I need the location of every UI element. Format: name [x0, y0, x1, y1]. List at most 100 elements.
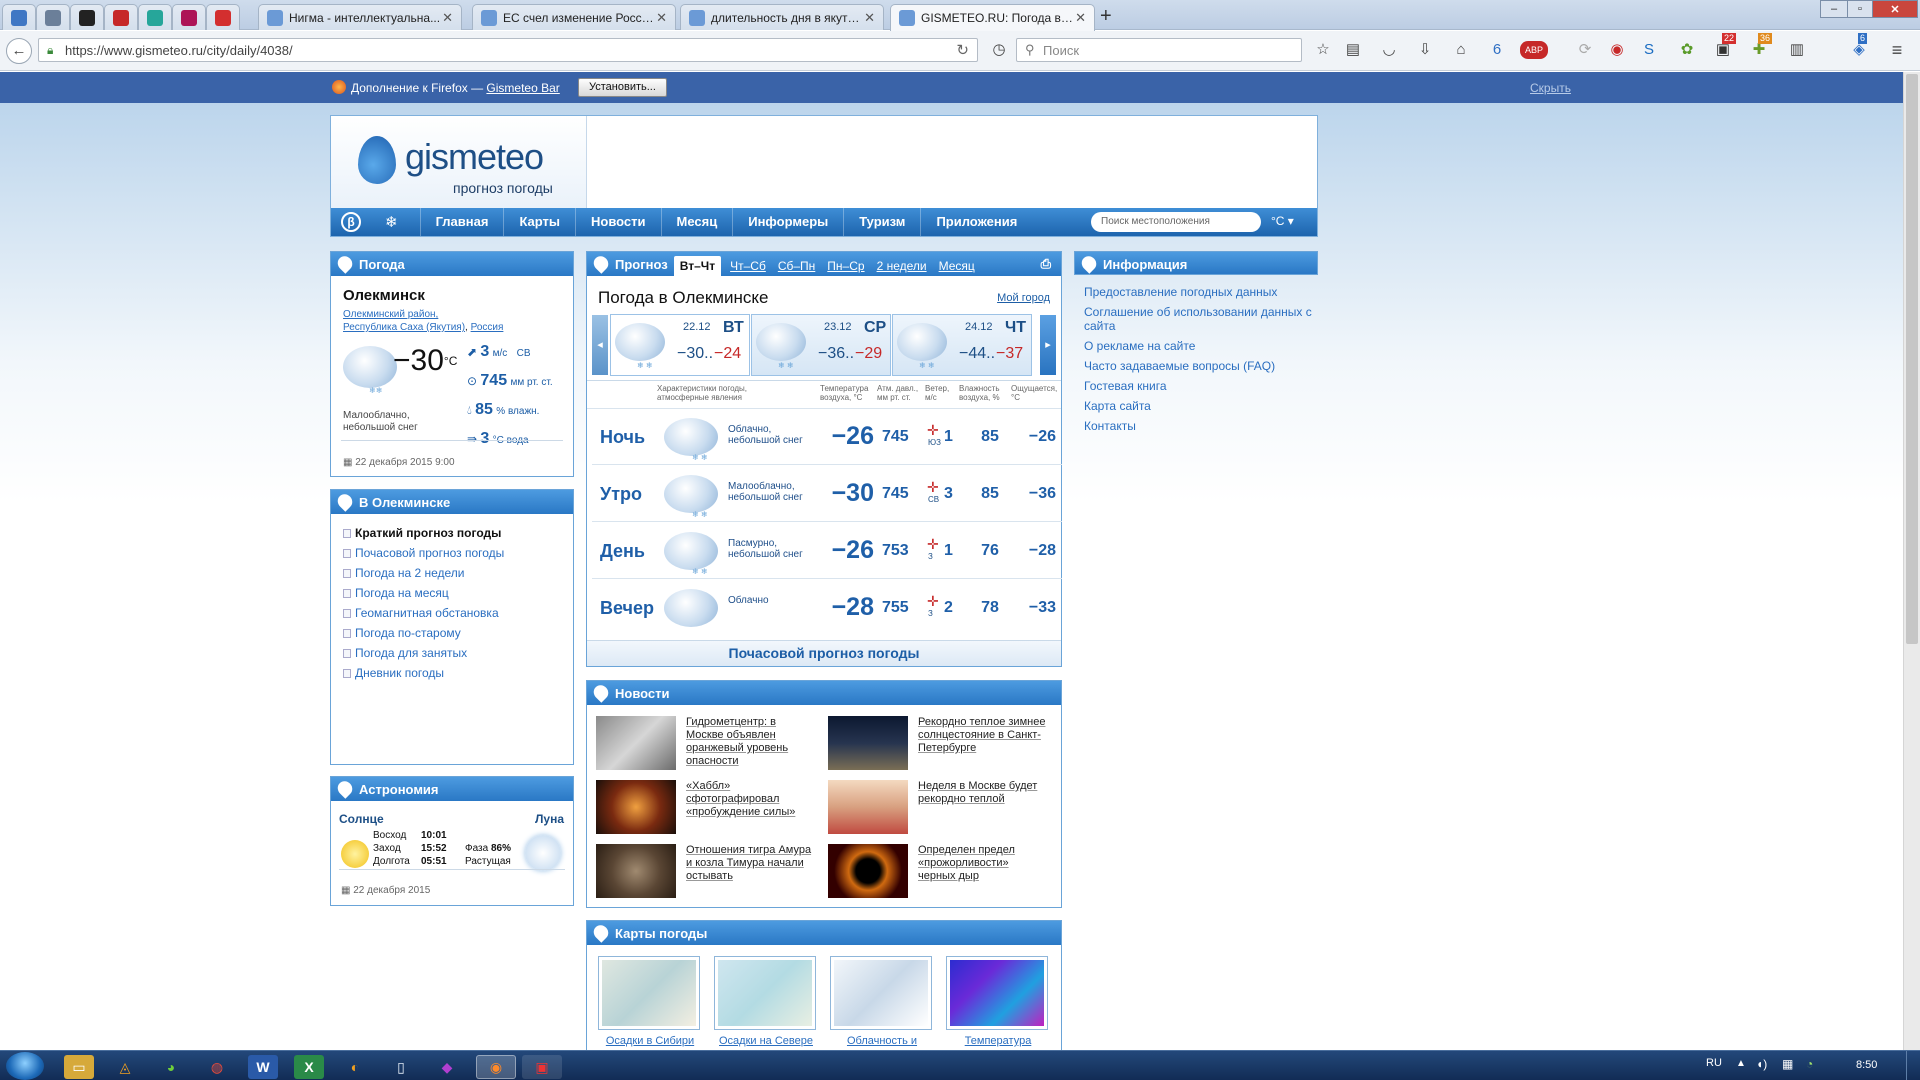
news-thumbnail[interactable] [596, 716, 676, 770]
browser-tab[interactable]: ЕС счел изменение Росси... ✕ [472, 4, 676, 30]
bookmark-star-icon[interactable]: ☆ [1314, 41, 1332, 59]
map-link[interactable]: Облачность и [822, 1035, 942, 1047]
republic-link[interactable]: Республика Саха (Якутия) [343, 322, 465, 333]
install-button[interactable]: Установить... [578, 78, 667, 97]
city-menu-item[interactable]: Геомагнитная обстановка [341, 606, 573, 620]
addon-badge-icon-2[interactable]: ✚ 36 [1750, 33, 1773, 59]
new-tab-button[interactable]: + [1100, 5, 1112, 28]
addon-badge-icon-3[interactable]: ◈ 6 [1850, 33, 1868, 59]
info-link[interactable]: Предоставление погодных данных [1084, 285, 1318, 299]
chrome-taskbar-icon[interactable]: ◍ [202, 1055, 232, 1079]
my-city-link[interactable]: Мой город [997, 292, 1050, 304]
clock[interactable]: 8:50 [1856, 1059, 1877, 1071]
tab-close-icon[interactable]: ✕ [864, 10, 875, 26]
clipboard-icon[interactable]: ▥ [1788, 41, 1806, 59]
location-search-input[interactable]: Поиск местоположения [1091, 212, 1261, 232]
city-menu-item[interactable]: Дневник погоды [341, 666, 573, 680]
print-icon[interactable]: ⎙ [1041, 256, 1051, 272]
app-taskbar-icon-1[interactable]: ◐ [340, 1055, 370, 1079]
news-thumbnail[interactable] [828, 780, 908, 834]
url-bar[interactable]: 🔒︎ https://www.gismeteo.ru/city/daily/40… [38, 38, 978, 62]
news-link[interactable]: Отношения тигра Амура и козла Тимура нач… [686, 844, 816, 883]
unit-select[interactable]: °C ▾ [1271, 214, 1294, 228]
download-icon[interactable]: ⇩ [1416, 41, 1434, 59]
forecast-tab[interactable]: Пн–Ср [822, 256, 869, 276]
browser-search-input[interactable]: ⚲ Поиск [1016, 38, 1302, 62]
nav-item[interactable]: Приложения [920, 208, 1032, 236]
info-link[interactable]: О рекламе на сайте [1084, 339, 1318, 353]
info-link[interactable]: Контакты [1084, 419, 1318, 433]
city-menu-item[interactable]: Погода для занятых [341, 646, 573, 660]
reading-list-icon[interactable]: ▤ [1344, 41, 1362, 59]
forecast-tab[interactable]: Вт–Чт [673, 256, 722, 276]
addon-icon-2[interactable]: ◉ [1608, 41, 1626, 59]
tray-arrow-icon[interactable]: ▲ [1736, 1058, 1746, 1069]
forecast-tab[interactable]: Чт–Сб [725, 256, 771, 276]
news-thumbnail[interactable] [596, 780, 676, 834]
minimize-button[interactable]: – [1820, 0, 1848, 18]
addon-badge-icon-1[interactable]: ▣ 22 [1714, 33, 1737, 59]
forecast-day-card[interactable]: ❄︎ ❄︎ 24.12 ЧТ −44.. −37 [892, 314, 1032, 376]
country-link[interactable]: Россия [471, 322, 504, 333]
home-icon[interactable]: ⌂ [1452, 41, 1470, 59]
scrollbar-thumb[interactable] [1906, 74, 1918, 644]
news-thumbnail[interactable] [828, 844, 908, 898]
map-thumbnail[interactable] [714, 956, 816, 1030]
back-button[interactable]: ← [6, 38, 32, 64]
avast-taskbar-icon[interactable]: ◬ [110, 1055, 140, 1079]
beta-button[interactable]: β [341, 212, 361, 232]
nav-item[interactable]: Месяц [660, 208, 733, 236]
next-days-button[interactable]: ▸ [1040, 315, 1056, 375]
close-window-button[interactable]: ✕ [1872, 0, 1918, 18]
info-link[interactable]: Карта сайта [1084, 399, 1318, 413]
word-taskbar-icon[interactable]: W [248, 1055, 278, 1079]
addon-icon-3[interactable]: ✿ [1678, 41, 1696, 59]
page-scrollbar[interactable] [1903, 72, 1920, 1050]
region-link[interactable]: Олекминский район, [343, 309, 438, 320]
nav-item[interactable]: Информеры [732, 208, 843, 236]
maximize-button[interactable]: ▫ [1847, 0, 1873, 18]
news-thumbnail[interactable] [596, 844, 676, 898]
pinned-tab[interactable] [36, 4, 70, 30]
forecast-day-card[interactable]: ❄︎ ❄︎ 23.12 СР −36.. −29 [751, 314, 891, 376]
forecast-tab[interactable]: 2 недели [872, 256, 932, 276]
forecast-day-card[interactable]: ❄︎ ❄︎ 22.12 ВТ −30.. −24 [610, 314, 750, 376]
map-thumbnail[interactable] [598, 956, 700, 1030]
city-menu-item[interactable]: Погода по-старому [341, 626, 573, 640]
info-link[interactable]: Часто задаваемые вопросы (FAQ) [1084, 359, 1318, 373]
news-link[interactable]: Определен предел «прожорливости» черных … [918, 844, 1048, 883]
forecast-tab[interactable]: Месяц [934, 256, 980, 276]
pinned-tab[interactable] [172, 4, 206, 30]
excel-taskbar-icon[interactable]: X [294, 1055, 324, 1079]
addon-icon-1[interactable]: ⟳ [1576, 41, 1594, 59]
app-taskbar-icon-2[interactable]: ◆ [432, 1055, 462, 1079]
city-menu-item[interactable]: Погода на месяц [341, 586, 573, 600]
network-icon[interactable]: ▦ [1782, 1057, 1793, 1071]
forecast-tab[interactable]: Сб–Пн [773, 256, 820, 276]
hourly-forecast-link[interactable]: Почасовой прогноз погоды [587, 645, 1061, 661]
news-link[interactable]: Неделя в Москве будет рекордно теплой [918, 780, 1048, 806]
city-menu-item[interactable]: Краткий прогноз погоды [341, 526, 573, 540]
gismeteo-bar-link[interactable]: Gismeteo Bar [486, 81, 559, 95]
nav-item[interactable]: Карты [503, 208, 575, 236]
news-thumbnail[interactable] [828, 716, 908, 770]
map-link[interactable]: Температура [938, 1035, 1058, 1047]
city-menu-item[interactable]: Погода на 2 недели [341, 566, 573, 580]
news-link[interactable]: Гидрометцентр: в Москве объявлен оранжев… [686, 716, 816, 768]
weather-effects-icon[interactable]: ❄︎ [385, 213, 398, 231]
tray-app-icon[interactable]: ◔ [1806, 1057, 1813, 1071]
pinned-tab[interactable] [70, 4, 104, 30]
map-link[interactable]: Осадки в Сибири [590, 1035, 710, 1047]
language-indicator[interactable]: RU [1706, 1057, 1722, 1069]
map-link[interactable]: Осадки на Севере [706, 1035, 826, 1047]
firefox-taskbar-icon[interactable]: ◉ [476, 1055, 516, 1079]
show-desktop-button[interactable] [1906, 1051, 1920, 1080]
notepad-taskbar-icon[interactable]: ▯ [386, 1055, 416, 1079]
city-menu-item[interactable]: Почасовой прогноз погоды [341, 546, 573, 560]
pinned-tab[interactable] [206, 4, 240, 30]
nav-item[interactable]: Туризм [843, 208, 920, 236]
app-taskbar-icon-3[interactable]: ▣ [522, 1055, 562, 1079]
pocket-icon[interactable]: ◡ [1380, 41, 1398, 59]
news-link[interactable]: Рекордно теплое зимнее солнцестояние в С… [918, 716, 1048, 755]
nav-item[interactable]: Главная [419, 208, 504, 236]
